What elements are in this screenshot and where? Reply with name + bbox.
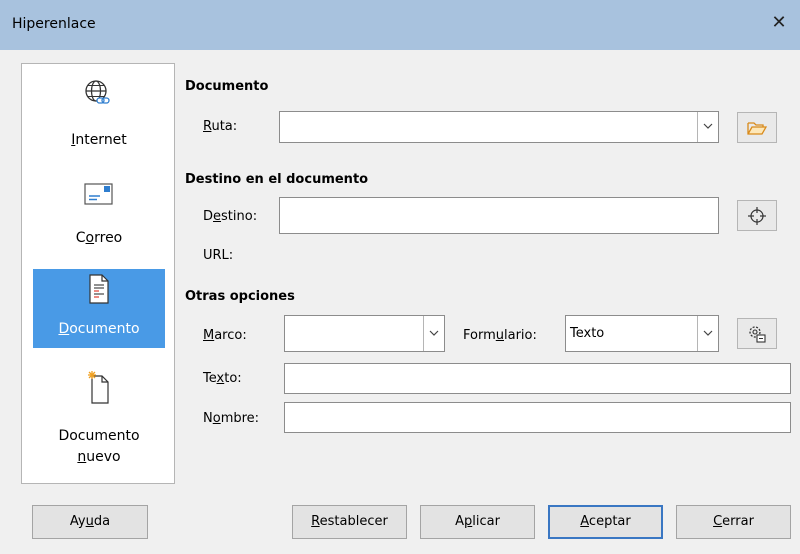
hyperlink-type-sidebar: Internet Correo Documento Documento nuev… — [21, 63, 175, 484]
ayuda-button[interactable]: Ayuda — [32, 505, 148, 539]
section-documento-heading: Documento — [185, 79, 269, 94]
url-label: URL: — [203, 248, 234, 263]
new-document-icon — [86, 370, 112, 408]
aceptar-button[interactable]: Aceptar — [548, 505, 663, 539]
cerrar-button[interactable]: Cerrar — [676, 505, 791, 539]
sidebar-item-documento-nuevo[interactable]: Documento nuevo — [33, 364, 165, 474]
ruta-dropdown-button[interactable] — [697, 112, 718, 142]
sidebar-item-correo[interactable]: Correo — [33, 174, 165, 254]
formulario-select[interactable]: Texto — [565, 315, 719, 352]
marco-dropdown-button[interactable] — [423, 316, 444, 351]
nombre-label: Nombre: — [203, 411, 260, 426]
sidebar-item-label-line2: nuevo — [77, 449, 121, 465]
destino-label: Destino: — [203, 209, 258, 224]
title-bar: Hiperenlace ✕ — [0, 0, 800, 50]
texto-label: Texto: — [203, 371, 242, 386]
envelope-icon — [84, 182, 114, 210]
ruta-combobox[interactable] — [279, 111, 719, 143]
sidebar-item-label: Internet — [71, 132, 127, 148]
sidebar-item-label-line1: Documento — [58, 428, 140, 444]
close-button[interactable]: ✕ — [768, 11, 790, 35]
sidebar-item-documento[interactable]: Documento — [33, 269, 165, 348]
destino-input[interactable] — [279, 197, 719, 234]
aplicar-button[interactable]: Aplicar — [420, 505, 535, 539]
marco-label: Marco: — [203, 328, 247, 343]
marco-combobox[interactable] — [284, 315, 445, 352]
window-title: Hiperenlace — [12, 16, 96, 32]
target-in-document-button[interactable] — [737, 200, 777, 231]
open-file-button[interactable] — [737, 112, 777, 143]
sidebar-item-internet[interactable]: Internet — [33, 74, 165, 160]
ruta-label: Ruta: — [203, 119, 238, 134]
formulario-dropdown-button[interactable] — [697, 316, 718, 351]
document-icon — [87, 274, 111, 308]
section-otras-opciones-heading: Otras opciones — [185, 289, 295, 304]
sidebar-item-label: Correo — [75, 230, 123, 246]
sidebar-item-label: Documento — [58, 321, 140, 337]
nombre-input[interactable] — [284, 402, 791, 433]
formulario-label: Formulario: — [463, 328, 537, 343]
restablecer-button[interactable]: Restablecer — [292, 505, 407, 539]
globe-link-icon — [83, 78, 115, 112]
events-button[interactable] — [737, 318, 777, 349]
section-destino-heading: Destino en el documento — [185, 172, 369, 187]
formulario-value: Texto — [570, 326, 605, 341]
texto-input[interactable] — [284, 363, 791, 394]
